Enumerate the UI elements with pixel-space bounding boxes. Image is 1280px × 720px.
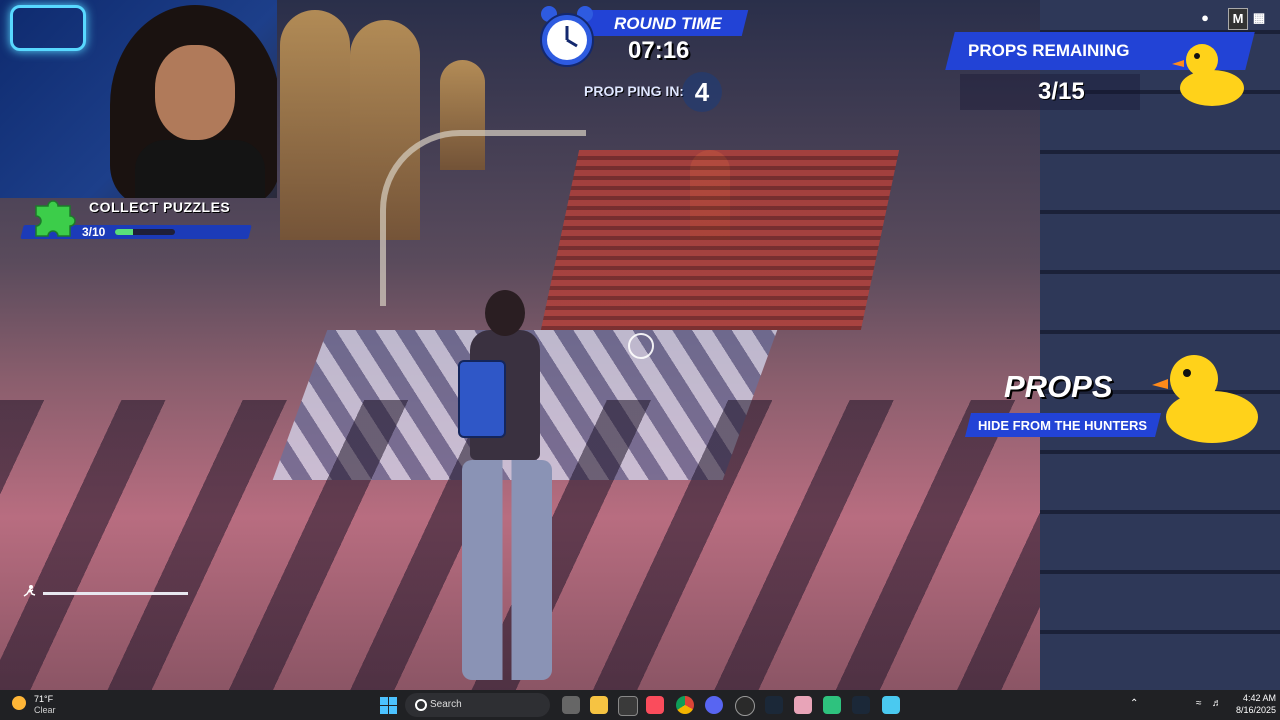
props-remaining-count: 3/15	[1038, 78, 1085, 105]
puzzles-progress-bar	[115, 229, 175, 235]
calculator-backpack	[458, 360, 506, 438]
app-icon[interactable]	[794, 696, 812, 714]
dinosaur-skeleton	[380, 130, 586, 306]
rubber-duck-icon	[1152, 355, 1258, 443]
chevron-up-icon[interactable]: ⌃	[1130, 698, 1138, 709]
file-explorer-icon[interactable]	[590, 696, 608, 714]
taskbar-time: 4:42 AM	[1242, 693, 1276, 703]
map-pin-icon[interactable]: ●	[1196, 8, 1214, 28]
fortnite-icon[interactable]	[882, 696, 900, 714]
music-icon[interactable]	[646, 696, 664, 714]
weather-condition: Clear	[34, 705, 56, 715]
task-view-icon[interactable]	[562, 696, 580, 714]
taskbar-search[interactable]: Search	[405, 693, 550, 717]
menu-icon[interactable]: ▦	[1250, 8, 1268, 28]
background-arch	[280, 10, 350, 240]
puzzles-progress-fill	[115, 229, 133, 235]
round-time-panel: ROUND TIME 07:16 PROP PING IN: 4	[530, 0, 760, 112]
webcam-overlay	[0, 0, 277, 198]
neon-sign	[10, 5, 86, 51]
wifi-icon[interactable]: ≈	[1196, 698, 1202, 709]
search-label: Search	[430, 699, 462, 710]
prop-ping-label: PROP PING IN:	[584, 83, 685, 99]
round-time-title: ROUND TIME	[614, 14, 722, 33]
system-tray: ⌃ ≈ ♬	[1126, 698, 1226, 714]
app-icon[interactable]	[735, 696, 755, 716]
sprint-icon	[23, 585, 36, 597]
store-icon[interactable]	[618, 696, 638, 716]
streamer-shirt	[135, 140, 265, 198]
role-panel: PROPS HIDE FROM THE HUNTERS	[960, 345, 1270, 450]
player-legs	[462, 460, 552, 680]
streamer-face	[155, 45, 235, 140]
stamina-meter	[22, 584, 192, 600]
crosshair-icon	[628, 333, 654, 359]
weather-temp: 71°F	[34, 694, 54, 704]
role-title: PROPS	[1004, 369, 1113, 404]
props-remaining-title: PROPS REMAINING	[968, 41, 1130, 60]
search-icon	[415, 699, 427, 711]
stamina-bar	[43, 592, 188, 595]
volume-icon[interactable]: ♬	[1212, 698, 1222, 709]
puzzles-count: 3/10	[82, 225, 106, 239]
top-right-icons: ● M ▦	[1172, 8, 1272, 30]
taskbar-date: 8/16/2025	[1235, 705, 1276, 715]
player-head	[485, 290, 525, 336]
discord-icon[interactable]	[705, 696, 723, 714]
windows-taskbar: 71°F Clear Search ⌃ ≈ ♬ 4:42 AM 8/16/202…	[0, 690, 1280, 720]
steam-icon[interactable]	[852, 696, 870, 714]
prop-ping-value: 4	[682, 72, 722, 112]
chrome-icon[interactable]	[676, 696, 694, 714]
app-icon[interactable]	[765, 696, 783, 714]
windows-start-icon[interactable]	[380, 697, 397, 714]
taskbar-clock[interactable]: 4:42 AM 8/16/2025	[1228, 692, 1276, 716]
weather-icon	[12, 696, 26, 710]
props-remaining-panel: PROPS REMAINING 3/15	[940, 30, 1260, 110]
collect-puzzles-title: COLLECT PUZZLES	[89, 199, 231, 215]
alarm-clock-icon	[540, 6, 594, 67]
puzzle-piece-icon	[35, 200, 76, 237]
player-character	[440, 290, 570, 680]
map-key-label[interactable]: M	[1228, 8, 1248, 30]
grand-staircase	[540, 150, 900, 330]
collect-puzzles-panel: COLLECT PUZZLES 3/10	[20, 196, 252, 244]
rubber-duck-icon	[1172, 44, 1244, 106]
role-subtitle: HIDE FROM THE HUNTERS	[978, 418, 1147, 433]
app-icon[interactable]	[823, 696, 841, 714]
round-time-value: 07:16	[628, 37, 690, 64]
